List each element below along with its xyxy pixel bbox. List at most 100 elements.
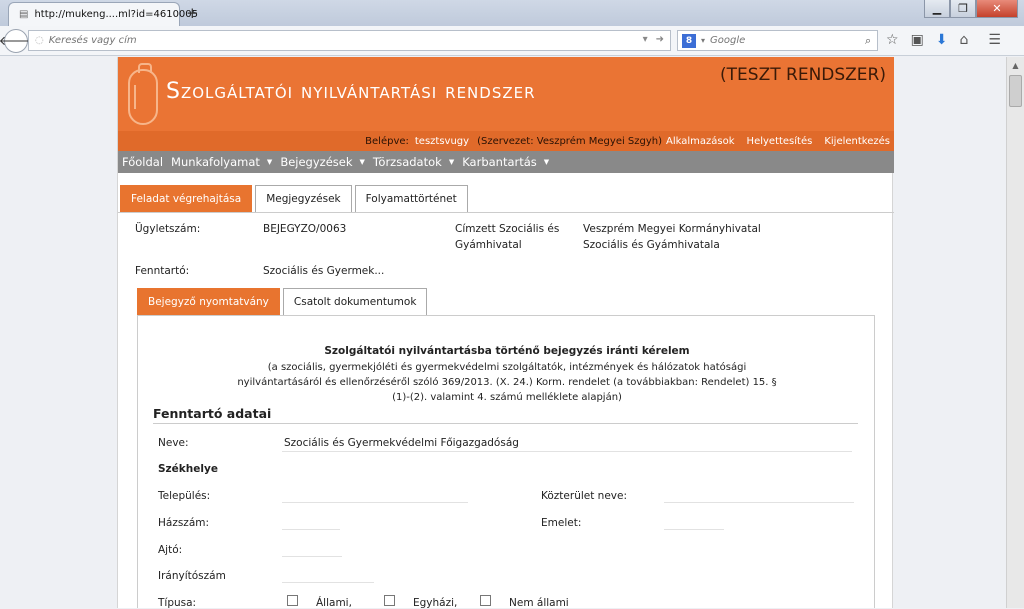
street-label: Közterület neve: [541, 490, 628, 502]
zip-code-field[interactable] [282, 582, 374, 583]
section-title: Fenntartó adatai [153, 406, 272, 421]
city-field[interactable] [282, 502, 468, 503]
main-menu: Főoldal Munkafolyamat ▼ Bejegyzések ▼ Törz… [118, 151, 894, 173]
menu-item-entries[interactable]: Bejegyzések ▼ [280, 155, 365, 169]
menu-item-label: Karbantartás [462, 155, 537, 169]
name-label: Neve: [158, 437, 189, 449]
form-tabs: Bejegyző nyomtatvány Csatolt dokumentumo… [137, 288, 428, 315]
type-church-label: Egyházi, [413, 597, 458, 609]
name-field-underline [282, 451, 852, 452]
window-controls: ▁ ❐ ✕ [924, 0, 1018, 18]
recipient-value-line2: Szociális és Gyámhivatala [583, 239, 720, 251]
type-non-state-checkbox[interactable] [480, 595, 491, 606]
site-container: Szolgáltatói nyilvántartási rendszer (TE… [117, 57, 894, 609]
menu-item-label: Főoldal [122, 155, 164, 169]
seat-subtitle: Székhelye [158, 463, 218, 475]
task-tabs: Feladat végrehajtása Megjegyzések Folyam… [120, 185, 468, 212]
browser-tab[interactable]: ▤ http://mukeng....ml?id=4610005 [8, 2, 198, 26]
logged-in-label: Belépve: [365, 135, 409, 147]
browser-tab-title: http://mukeng....ml?id=4610005 [34, 9, 199, 20]
chevron-down-icon: ▼ [448, 158, 455, 166]
tab-task-execution[interactable]: Feladat végrehajtása [120, 185, 253, 212]
tab-notes[interactable]: Megjegyzések [255, 185, 352, 212]
entry-form-panel: Szolgáltatói nyilvántartásba történő bej… [137, 315, 876, 609]
door-label: Ajtó: [158, 544, 183, 556]
organization-label: (Szervezet: Veszprém Megyei Szgyh) [477, 135, 663, 147]
menu-item-label: Munkafolyamat [171, 155, 260, 169]
menu-item-workflow[interactable]: Munkafolyamat ▼ [171, 155, 272, 169]
menu-item-home[interactable]: Főoldal [122, 155, 163, 169]
chevron-down-icon: ▼ [266, 158, 273, 166]
section-divider [153, 423, 858, 424]
search-icon[interactable]: ⌕ [865, 34, 871, 48]
form-subtitle-line1: (a szociális, gyermekjóléti és gyermekvé… [267, 362, 747, 373]
go-arrow-icon[interactable]: ➜ [656, 34, 664, 45]
street-field[interactable] [664, 502, 854, 503]
browser-tab-strip: ▤ http://mukeng....ml?id=4610005 + ▁ ❐ ✕ [0, 0, 1024, 26]
form-title: Szolgáltatói nyilvántartásba történő bej… [138, 344, 876, 359]
recipient-label-line1: Címzett Szociális és [455, 223, 560, 235]
case-number-value: BEJEGYZO/0063 [263, 223, 347, 235]
floor-label: Emelet: [541, 517, 582, 529]
chevron-down-icon: ▼ [359, 158, 365, 166]
home-icon[interactable]: ⌂ [960, 32, 969, 48]
bookmark-star-icon[interactable]: ☆ [886, 32, 899, 48]
page-scrollbar[interactable]: ▲ [1006, 57, 1024, 608]
search-input[interactable] [710, 35, 861, 46]
page-icon: ▤ [19, 9, 29, 20]
close-icon[interactable]: ✕ [976, 0, 1018, 18]
type-state-checkbox[interactable] [287, 595, 298, 606]
chevron-down-icon[interactable]: ▾ [701, 36, 705, 45]
scrollbar-thumb[interactable] [1009, 75, 1022, 107]
username-link[interactable]: tesztsvugy [415, 136, 469, 147]
scroll-up-icon[interactable]: ▲ [1007, 57, 1024, 73]
type-church-checkbox[interactable] [384, 595, 395, 606]
house-number-label: Házszám: [158, 517, 210, 529]
minimize-icon[interactable]: ▁ [924, 0, 950, 18]
reading-list-icon[interactable]: ▣ [911, 32, 924, 48]
link-substitution[interactable]: Helyettesítés [747, 136, 813, 147]
address-bar[interactable]: ◌ ▾ ➜ [28, 30, 671, 51]
search-bar[interactable]: 8 ▾ ⌕ [677, 30, 878, 51]
door-field[interactable] [282, 556, 342, 557]
tab-attached-documents[interactable]: Csatolt dokumentumok [282, 288, 428, 315]
new-tab-button[interactable]: + [186, 4, 199, 22]
name-field[interactable]: Szociális és Gyermekvédelmi Főigazgadósá… [284, 437, 519, 449]
type-label: Típusa: [158, 597, 197, 609]
maintainer-value: Szociális és Gyermek... [263, 265, 385, 277]
menu-item-label: Bejegyzések [280, 155, 353, 169]
form-title-text: Szolgáltatói nyilvántartásba történő bej… [324, 345, 690, 357]
address-input[interactable] [48, 35, 629, 46]
tab-entry-form[interactable]: Bejegyző nyomtatvány [137, 288, 280, 315]
case-number-label: Ügyletszám: [135, 223, 201, 235]
zip-code-label: Irányítószám [158, 570, 226, 582]
back-arrow-icon[interactable]: 🡐 [0, 29, 33, 53]
site-header: Szolgáltatói nyilvántartási rendszer (TE… [118, 57, 894, 131]
link-logout[interactable]: Kijelentkezés [824, 136, 890, 147]
chevron-down-icon: ▼ [543, 158, 550, 166]
floor-field[interactable] [664, 529, 724, 530]
maximize-icon[interactable]: ❐ [950, 0, 976, 18]
tab-divider [118, 212, 894, 213]
menu-icon[interactable]: ☰ [988, 32, 1001, 48]
coat-of-arms-icon [128, 63, 158, 125]
tab-process-history[interactable]: Folyamattörténet [354, 185, 468, 212]
dropdown-arrow-icon[interactable]: ▾ [643, 34, 648, 45]
house-number-field[interactable] [282, 529, 340, 530]
recipient-label-line2: Gyámhivatal [455, 239, 522, 251]
type-state-label: Állami, [316, 597, 352, 609]
link-applications[interactable]: Alkalmazások [666, 136, 735, 147]
type-non-state-label: Nem állami [509, 597, 569, 609]
recipient-value-line1: Veszprém Megyei Kormányhivatal [583, 223, 761, 235]
download-icon[interactable]: ⬇ [936, 32, 948, 48]
menu-item-label: Törzsadatok [372, 155, 442, 169]
search-engine-icon[interactable]: 8 [682, 33, 696, 48]
login-bar: Belépve: tesztsvugy (Szervezet: Veszprém… [118, 131, 894, 151]
site-title: Szolgáltatói nyilvántartási rendszer [166, 79, 536, 104]
maintainer-label: Fenntartó: [135, 265, 190, 277]
form-subtitle-line3: (1)-(2). valamint 4. számú melléklete al… [392, 392, 622, 403]
menu-item-master-data[interactable]: Törzsadatok ▼ [373, 155, 454, 169]
test-system-label: (TESZT RENDSZER) [720, 65, 886, 85]
globe-icon: ◌ [35, 35, 44, 46]
menu-item-maintenance[interactable]: Karbantartás ▼ [462, 155, 549, 169]
